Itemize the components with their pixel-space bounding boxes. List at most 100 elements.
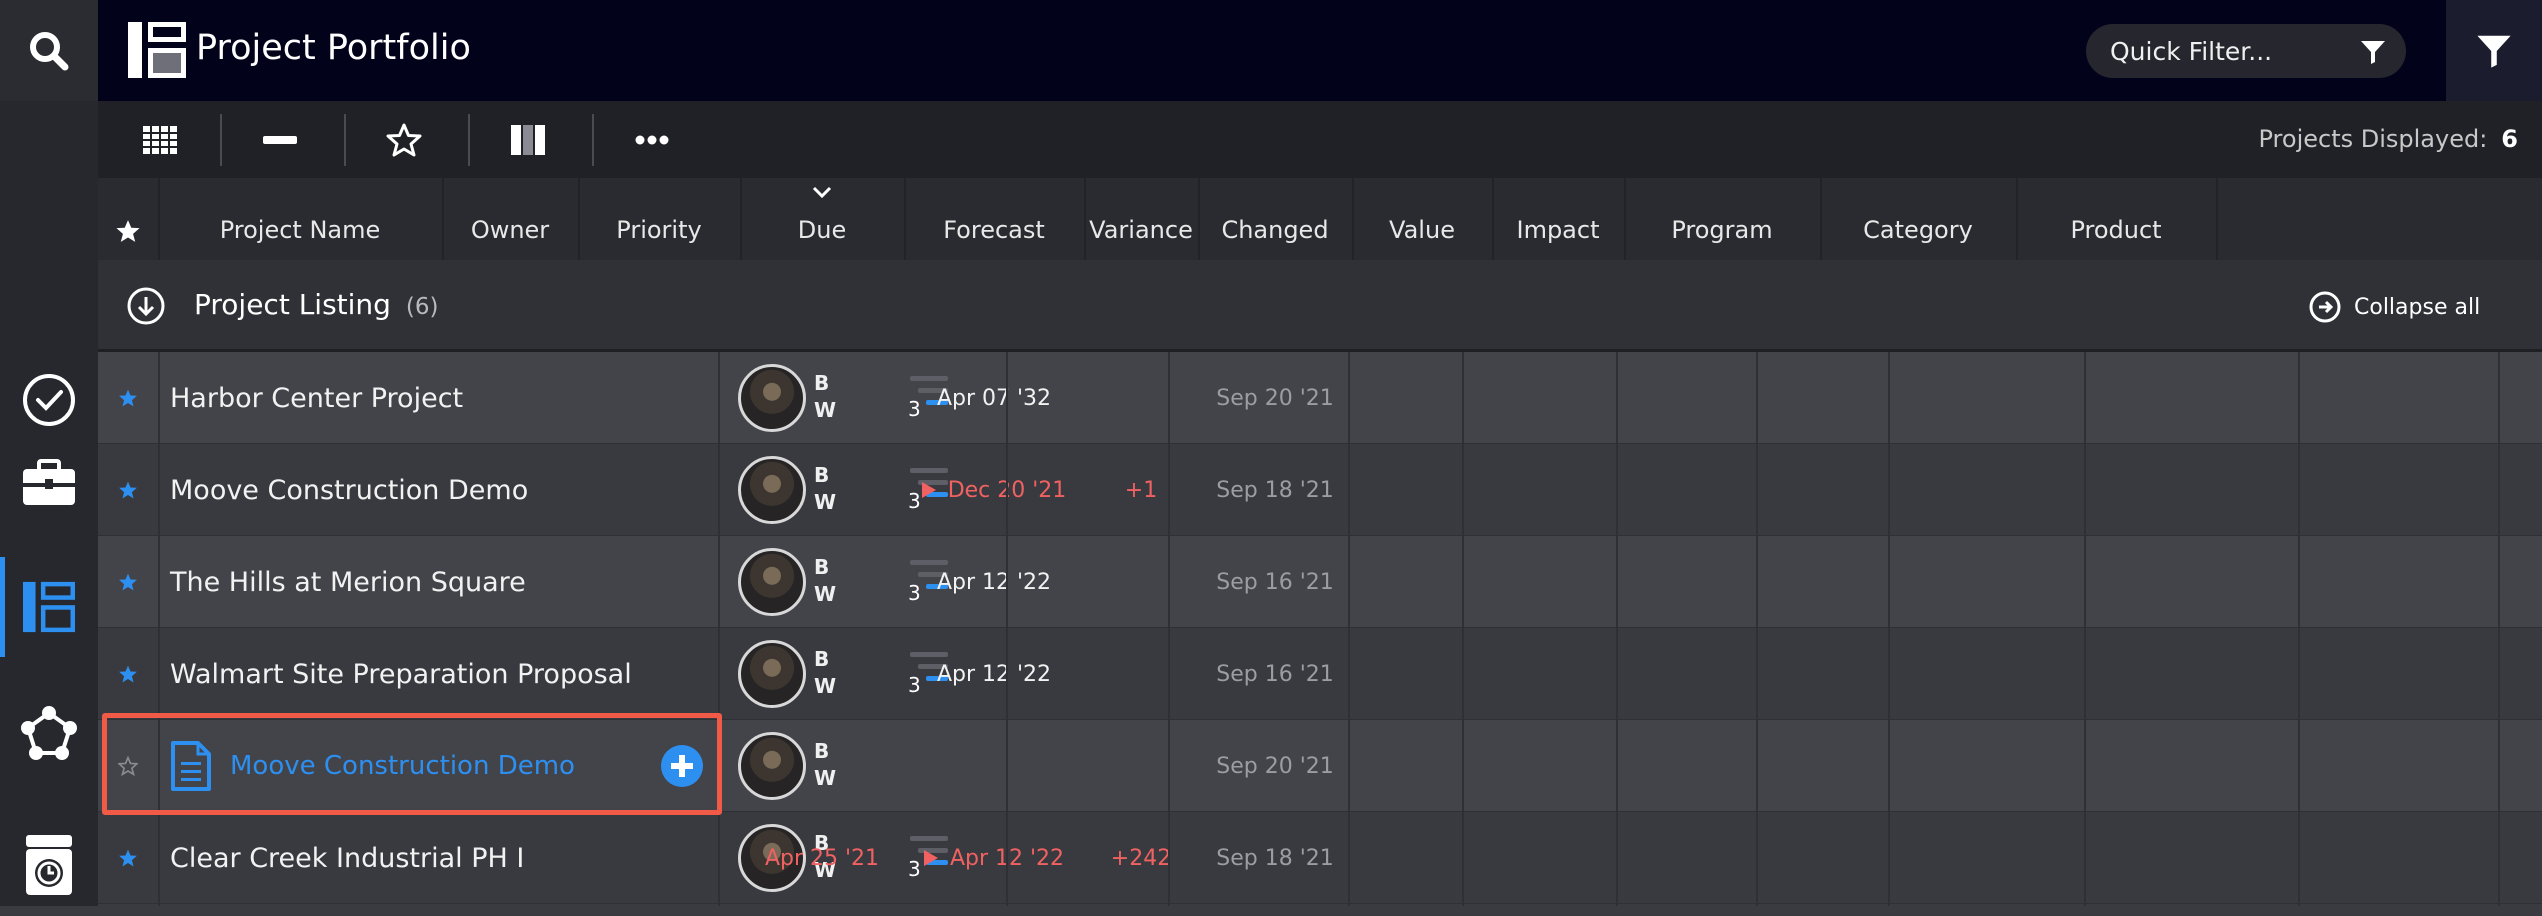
page-title: Project Portfolio [196,28,471,68]
filter-button[interactable] [2446,0,2542,101]
star-icon [119,665,137,683]
column-divider [2216,178,2218,260]
favorite-toggle[interactable] [98,444,158,536]
avatar[interactable] [738,364,806,432]
portfolio-icon [23,581,75,633]
briefcase-icon [23,459,75,505]
table-row[interactable]: Clear Creek Industrial PH I BW 3 Apr 25 … [98,812,2542,904]
owner-initials: BW [814,555,837,606]
header-owner[interactable]: Owner [442,178,578,260]
collapse-rows-button[interactable] [258,101,302,178]
grid-line [2298,352,2300,906]
project-name[interactable]: Harbor Center Project [170,352,463,444]
group-title-label: Project Listing [194,288,391,321]
collapse-all-button[interactable]: Collapse all [2308,290,2480,324]
forecast-date: Apr 07 '32 [936,385,1052,411]
quick-filter-placeholder: Quick Filter... [2110,36,2273,66]
header-forecast[interactable]: Forecast [904,178,1084,260]
star-icon [119,481,137,499]
nav-active-indicator [0,557,5,657]
header-due-label: Due [797,216,847,244]
header-project-name[interactable]: Project Name [158,178,442,260]
owner-initials: BW [814,371,837,422]
favorite-toggle[interactable] [98,536,158,628]
table-row[interactable]: Walmart Site Preparation Proposal BW 3 A… [98,628,2542,720]
filter-icon [2477,35,2511,68]
toolbar-divider [592,114,594,166]
nav-network[interactable] [0,684,98,784]
header-priority[interactable]: Priority [578,178,740,260]
grid-line [1756,352,1758,906]
favorite-column-header[interactable] [98,178,158,260]
table-row[interactable]: Moove Construction Demo BW 3 Dec 20 '21 … [98,444,2542,536]
quick-filter-input[interactable]: Quick Filter... [2086,24,2406,78]
favorite-toggle[interactable] [98,812,158,904]
toolbar-divider [468,114,470,166]
project-name[interactable]: Moove Construction Demo [170,444,528,536]
grid-view-button[interactable] [138,101,182,178]
toolbar: Projects Displayed: 6 [98,101,2542,178]
group-header: Project Listing (6) Collapse all [98,260,2542,352]
header-program[interactable]: Program [1624,178,1820,260]
favorite-toggle[interactable] [98,352,158,444]
projects-displayed: Projects Displayed: 6 [2259,125,2519,153]
avatar[interactable] [738,732,806,800]
sidebar [0,101,98,906]
project-name[interactable]: The Hills at Merion Square [170,536,526,628]
header-category[interactable]: Category [1820,178,2016,260]
header-variance[interactable]: Variance [1084,178,1198,260]
table-row[interactable]: Harbor Center Project BW 3 Apr 07 '32 Se… [98,352,2542,444]
grid-line [1006,352,1008,906]
filter-icon [2361,41,2385,64]
timer-icon [26,835,72,895]
avatar[interactable] [738,548,806,616]
header-changed[interactable]: Changed [1198,178,1352,260]
projects-displayed-count: 6 [2501,125,2518,153]
group-title: Project Listing (6) [194,288,438,321]
grid-line [1348,352,1350,906]
collapse-arrow-icon[interactable] [126,286,166,326]
grid-line [158,352,160,906]
more-icon [635,135,669,144]
changed-date: Sep 18 '21 [1216,845,1334,871]
favorite-toggle[interactable] [98,628,158,720]
expand-arrow-icon [2309,291,2341,323]
table-row[interactable]: The Hills at Merion Square BW 3 Apr 12 '… [98,536,2542,628]
nav-portfolio[interactable] [0,557,98,657]
project-name[interactable]: Walmart Site Preparation Proposal [170,628,632,720]
minus-icon [263,135,297,144]
app-logo-icon [128,22,186,78]
more-options-button[interactable] [630,101,674,178]
star-icon [119,389,137,407]
grid-line [2084,352,2086,906]
search-button[interactable] [0,0,98,101]
nav-timesheet[interactable] [0,816,98,916]
grid-line [1462,352,1464,906]
favorites-button[interactable] [382,101,426,178]
changed-date: Sep 16 '21 [1216,569,1334,595]
project-table: Harbor Center Project BW 3 Apr 07 '32 Se… [98,352,2542,904]
avatar[interactable] [738,640,806,708]
header-impact[interactable]: Impact [1492,178,1624,260]
header-product[interactable]: Product [2016,178,2216,260]
star-icon [386,123,422,156]
star-icon [116,220,140,242]
selection-highlight [102,713,722,815]
columns-button[interactable] [506,101,550,178]
column-header-row: Project Name Owner Priority Due Forecast… [98,178,2542,260]
grid-icon [143,125,177,154]
nav-projects[interactable] [0,433,98,533]
grid-line [718,352,720,906]
project-name[interactable]: Clear Creek Industrial PH I [170,812,524,904]
forecast-date: Apr 12 '22 [936,569,1052,595]
owner-initials: BW [814,647,837,698]
toolbar-divider [220,114,222,166]
changed-date: Sep 18 '21 [1216,477,1334,503]
projects-displayed-label: Projects Displayed: [2258,125,2488,153]
header-due[interactable]: Due [740,178,904,260]
avatar[interactable] [738,456,806,524]
header-value[interactable]: Value [1352,178,1492,260]
grid-line [1888,352,1890,906]
columns-icon [511,124,545,155]
sort-chevron-down-icon [812,186,832,198]
